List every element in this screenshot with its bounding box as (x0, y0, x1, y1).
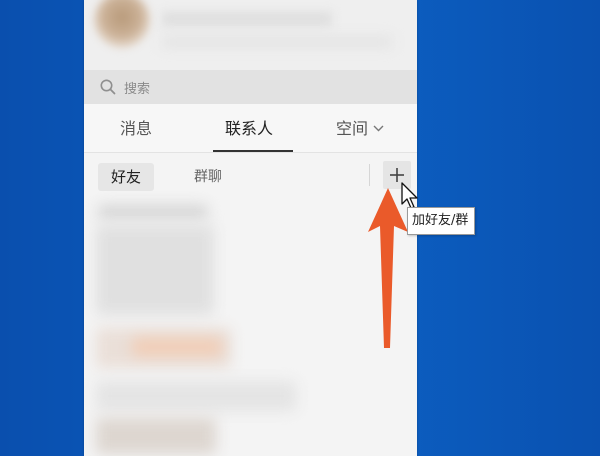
tab-contacts[interactable]: 联系人 (225, 118, 273, 140)
profile-area-blurred (84, 0, 417, 70)
search-bar[interactable]: 搜索 (84, 70, 417, 104)
subtab-friends[interactable]: 好友 (98, 163, 154, 191)
avatar (94, 0, 150, 48)
subtab-groups[interactable]: 群聊 (194, 167, 222, 187)
chevron-down-icon (373, 125, 384, 131)
active-tab-indicator (213, 150, 293, 152)
tab-space[interactable]: 空间 (336, 118, 384, 140)
tab-space-label: 空间 (336, 119, 369, 138)
search-input[interactable]: 搜索 (124, 78, 150, 97)
tab-messages[interactable]: 消息 (120, 118, 152, 140)
mouse-cursor-icon (401, 182, 418, 209)
main-tabs: 消息 联系人 空间 (84, 104, 417, 153)
profile-name-blurred (162, 12, 332, 26)
add-button-tooltip: 加好友/群 (407, 207, 476, 235)
profile-status-blurred (162, 36, 392, 48)
search-icon (99, 78, 117, 96)
desktop-background: 搜索 消息 联系人 空间 好友 群聊 加好友/群 (0, 0, 600, 456)
